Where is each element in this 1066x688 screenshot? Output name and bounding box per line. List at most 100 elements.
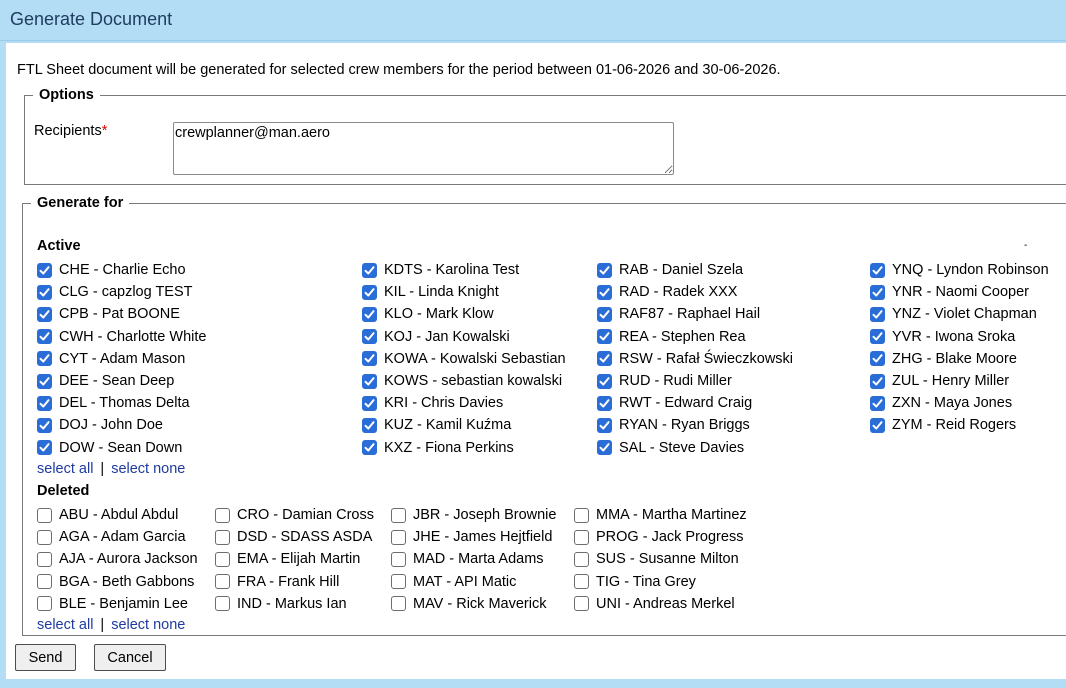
checkbox-unchecked[interactable] bbox=[574, 574, 589, 590]
checkbox-checked[interactable] bbox=[597, 440, 612, 456]
checkbox-unchecked[interactable] bbox=[391, 551, 406, 567]
checkbox-checked[interactable] bbox=[362, 262, 377, 278]
active-crew-item[interactable]: RSW - Rafał Świeczkowski bbox=[597, 349, 793, 369]
checkbox-unchecked[interactable] bbox=[574, 529, 589, 545]
active-crew-item[interactable]: RAF87 - Raphael Hail bbox=[597, 304, 760, 324]
active-crew-item[interactable]: DEL - Thomas Delta bbox=[37, 393, 190, 413]
active-select-all-link[interactable]: select all bbox=[37, 461, 93, 477]
checkbox-checked[interactable] bbox=[597, 351, 612, 367]
deleted-crew-item[interactable]: JBR - Joseph Brownie bbox=[391, 505, 556, 525]
active-crew-item[interactable]: DOW - Sean Down bbox=[37, 438, 182, 458]
active-crew-item[interactable]: KLO - Mark Klow bbox=[362, 304, 494, 324]
checkbox-unchecked[interactable] bbox=[37, 574, 52, 590]
active-crew-item[interactable]: YNZ - Violet Chapman bbox=[870, 304, 1037, 324]
active-crew-item[interactable]: KXZ - Fiona Perkins bbox=[362, 438, 514, 458]
checkbox-checked[interactable] bbox=[37, 262, 52, 278]
deleted-crew-item[interactable]: AJA - Aurora Jackson bbox=[37, 549, 198, 569]
checkbox-unchecked[interactable] bbox=[37, 551, 52, 567]
checkbox-checked[interactable] bbox=[362, 306, 377, 322]
deleted-crew-item[interactable]: EMA - Elijah Martin bbox=[215, 549, 360, 569]
active-crew-item[interactable]: KOWA - Kowalski Sebastian bbox=[362, 349, 566, 369]
deleted-select-none-link[interactable]: select none bbox=[111, 617, 185, 633]
active-crew-item[interactable]: RAD - Radek XXX bbox=[597, 282, 737, 302]
checkbox-checked[interactable] bbox=[870, 329, 885, 345]
active-crew-item[interactable]: CHE - Charlie Echo bbox=[37, 260, 186, 280]
checkbox-checked[interactable] bbox=[597, 417, 612, 433]
deleted-crew-item[interactable]: DSD - SDASS ASDA bbox=[215, 527, 372, 547]
deleted-crew-item[interactable]: CRO - Damian Cross bbox=[215, 505, 374, 525]
deleted-crew-item[interactable]: JHE - James Hejtfield bbox=[391, 527, 552, 547]
checkbox-checked[interactable] bbox=[37, 373, 52, 389]
checkbox-checked[interactable] bbox=[870, 262, 885, 278]
active-crew-item[interactable]: CYT - Adam Mason bbox=[37, 349, 185, 369]
checkbox-checked[interactable] bbox=[362, 329, 377, 345]
deleted-crew-item[interactable]: MMA - Martha Martinez bbox=[574, 505, 747, 525]
active-crew-item[interactable]: KRI - Chris Davies bbox=[362, 393, 503, 413]
checkbox-checked[interactable] bbox=[870, 395, 885, 411]
deleted-crew-item[interactable]: TIG - Tina Grey bbox=[574, 572, 696, 592]
recipients-input[interactable]: crewplanner@man.aero bbox=[173, 122, 674, 175]
checkbox-checked[interactable] bbox=[597, 306, 612, 322]
deleted-crew-item[interactable]: MAT - API Matic bbox=[391, 572, 516, 592]
active-crew-item[interactable]: CWH - Charlotte White bbox=[37, 327, 206, 347]
checkbox-checked[interactable] bbox=[362, 351, 377, 367]
checkbox-unchecked[interactable] bbox=[574, 507, 589, 523]
send-button[interactable]: Send bbox=[15, 644, 76, 671]
active-crew-item[interactable]: YNQ - Lyndon Robinson bbox=[870, 260, 1049, 280]
deleted-crew-item[interactable]: BLE - Benjamin Lee bbox=[37, 594, 188, 614]
checkbox-checked[interactable] bbox=[870, 306, 885, 322]
active-crew-item[interactable]: REA - Stephen Rea bbox=[597, 327, 746, 347]
deleted-crew-item[interactable]: ABU - Abdul Abdul bbox=[37, 505, 178, 525]
deleted-crew-item[interactable]: UNI - Andreas Merkel bbox=[574, 594, 735, 614]
active-crew-item[interactable]: CPB - Pat BOONE bbox=[37, 304, 180, 324]
checkbox-unchecked[interactable] bbox=[37, 529, 52, 545]
checkbox-unchecked[interactable] bbox=[215, 574, 230, 590]
checkbox-checked[interactable] bbox=[362, 395, 377, 411]
active-crew-item[interactable]: KIL - Linda Knight bbox=[362, 282, 499, 302]
active-crew-item[interactable]: YVR - Iwona Sroka bbox=[870, 327, 1015, 347]
active-crew-item[interactable]: RWT - Edward Craig bbox=[597, 393, 752, 413]
active-crew-item[interactable]: SAL - Steve Davies bbox=[597, 438, 744, 458]
checkbox-checked[interactable] bbox=[597, 329, 612, 345]
checkbox-unchecked[interactable] bbox=[391, 596, 406, 612]
active-crew-item[interactable]: ZHG - Blake Moore bbox=[870, 349, 1017, 369]
active-select-none-link[interactable]: select none bbox=[111, 461, 185, 477]
checkbox-checked[interactable] bbox=[597, 262, 612, 278]
active-crew-item[interactable]: ZYM - Reid Rogers bbox=[870, 415, 1016, 435]
checkbox-unchecked[interactable] bbox=[215, 529, 230, 545]
deleted-crew-item[interactable]: IND - Markus Ian bbox=[215, 594, 347, 614]
checkbox-unchecked[interactable] bbox=[215, 507, 230, 523]
checkbox-unchecked[interactable] bbox=[215, 551, 230, 567]
cancel-button[interactable]: Cancel bbox=[94, 644, 166, 671]
checkbox-checked[interactable] bbox=[597, 284, 612, 300]
checkbox-checked[interactable] bbox=[362, 440, 377, 456]
deleted-crew-item[interactable]: FRA - Frank Hill bbox=[215, 572, 339, 592]
checkbox-unchecked[interactable] bbox=[574, 551, 589, 567]
checkbox-checked[interactable] bbox=[37, 417, 52, 433]
checkbox-unchecked[interactable] bbox=[37, 507, 52, 523]
deleted-crew-item[interactable]: PROG - Jack Progress bbox=[574, 527, 743, 547]
checkbox-checked[interactable] bbox=[870, 373, 885, 389]
deleted-crew-item[interactable]: MAD - Marta Adams bbox=[391, 549, 544, 569]
active-crew-item[interactable]: KUZ - Kamil Kuźma bbox=[362, 415, 511, 435]
checkbox-checked[interactable] bbox=[37, 306, 52, 322]
checkbox-checked[interactable] bbox=[870, 284, 885, 300]
active-crew-item[interactable]: DOJ - John Doe bbox=[37, 415, 163, 435]
checkbox-checked[interactable] bbox=[37, 284, 52, 300]
active-crew-item[interactable]: DEE - Sean Deep bbox=[37, 371, 174, 391]
deleted-crew-item[interactable]: AGA - Adam Garcia bbox=[37, 527, 186, 547]
active-crew-item[interactable]: RAB - Daniel Szela bbox=[597, 260, 743, 280]
active-crew-item[interactable]: RYAN - Ryan Briggs bbox=[597, 415, 750, 435]
deleted-crew-item[interactable]: SUS - Susanne Milton bbox=[574, 549, 739, 569]
active-crew-item[interactable]: KOJ - Jan Kowalski bbox=[362, 327, 510, 347]
checkbox-checked[interactable] bbox=[37, 395, 52, 411]
active-crew-item[interactable]: ZUL - Henry Miller bbox=[870, 371, 1009, 391]
checkbox-checked[interactable] bbox=[597, 373, 612, 389]
active-crew-item[interactable]: KOWS - sebastian kowalski bbox=[362, 371, 562, 391]
deleted-crew-item[interactable]: MAV - Rick Maverick bbox=[391, 594, 546, 614]
checkbox-checked[interactable] bbox=[597, 395, 612, 411]
active-crew-item[interactable]: ZXN - Maya Jones bbox=[870, 393, 1012, 413]
checkbox-checked[interactable] bbox=[37, 329, 52, 345]
checkbox-unchecked[interactable] bbox=[391, 507, 406, 523]
active-crew-item[interactable]: RUD - Rudi Miller bbox=[597, 371, 732, 391]
